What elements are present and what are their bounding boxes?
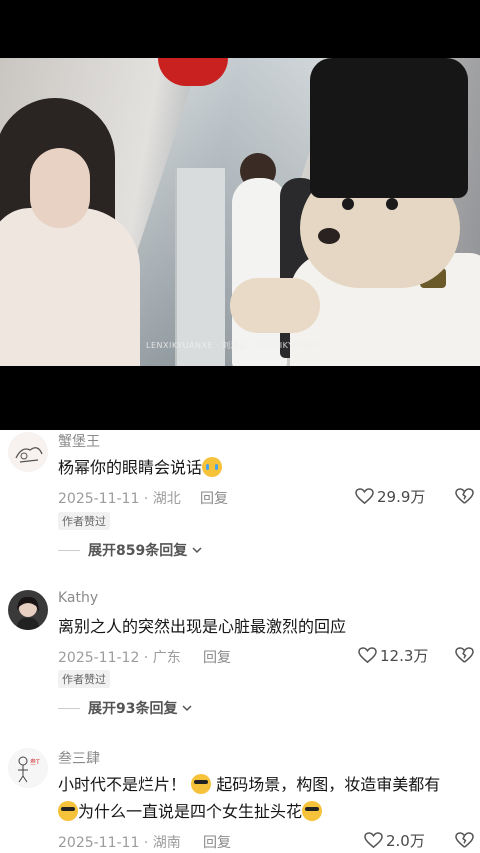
sunglasses-emoji-icon (191, 774, 212, 794)
comment-username[interactable]: 蟹堡王 (58, 431, 100, 451)
avatar[interactable]: 叁T (8, 748, 48, 788)
avatar[interactable] (8, 590, 48, 630)
like-button[interactable]: 2.0万 (364, 830, 425, 851)
author-liked-tag: 作者赞过 (58, 670, 110, 688)
author-liked-tag: 作者赞过 (58, 512, 110, 530)
heart-outline-icon (358, 647, 377, 664)
broken-heart-icon (455, 488, 474, 504)
heart-outline-icon (355, 488, 374, 505)
like-count: 12.3万 (380, 647, 429, 665)
dislike-button[interactable] (455, 832, 474, 853)
video-watermark: LENXIKYUANXE · 刘湘远 · LENXIKYUANXE (146, 341, 324, 350)
video-player[interactable]: LENXIKYUANXE · 刘湘远 · LENXIKYUANXE (0, 0, 480, 430)
like-count: 29.9万 (377, 488, 426, 506)
heart-outline-icon (364, 832, 383, 849)
sunglasses-emoji-icon (58, 801, 78, 821)
expand-replies-button[interactable]: 展开859条回复 (58, 540, 202, 560)
comment-date: 2025-11-11 (58, 491, 140, 507)
like-count: 2.0万 (386, 832, 425, 850)
sunglasses-emoji-icon (302, 801, 323, 821)
avatar[interactable] (8, 432, 48, 472)
comment-meta: 2025-11-11 · 湖北 (58, 491, 181, 507)
reply-button[interactable]: 回复 (203, 832, 231, 852)
reply-button[interactable]: 回复 (200, 488, 228, 508)
comment-date: 2025-11-11 (58, 835, 140, 851)
reply-button[interactable]: 回复 (203, 647, 231, 667)
comment-item: 蟹堡王 杨幂你的眼睛会说话 2025-11-11 · 湖北 回复 29.9万 作… (0, 430, 480, 565)
comment-date: 2025-11-12 (58, 650, 140, 666)
like-button[interactable]: 12.3万 (358, 645, 428, 666)
comment-location: 湖北 (152, 491, 181, 507)
comment-username[interactable]: 叁三肆 (58, 748, 100, 768)
comment-text: 小时代不是烂片！ 起码场景，构图，妆造审美都有 为什么一直说是四个女生扯头花 (58, 774, 441, 821)
broken-heart-icon (455, 832, 474, 848)
video-frame: LENXIKYUANXE · 刘湘远 · LENXIKYUANXE (0, 58, 480, 366)
expand-replies-button[interactable]: 展开93条回复 (58, 698, 192, 718)
comment-item: 叁T 叁三肆 小时代不是烂片！ 起码场景，构图，妆造审美都有 为什么一直说是四个… (0, 748, 480, 853)
svg-text:叁T: 叁T (30, 758, 40, 766)
broken-heart-icon (455, 647, 474, 663)
chevron-down-icon (192, 547, 202, 554)
comment-location: 湖南 (152, 835, 181, 851)
dislike-button[interactable] (455, 488, 474, 509)
loudly-crying-emoji-icon (202, 457, 223, 477)
comment-text: 杨幂你的眼睛会说话 (58, 454, 223, 481)
comment-text: 离别之人的突然出现是心脏最激烈的回应 (58, 617, 347, 636)
comment-location: 广东 (152, 650, 181, 666)
comment-item: Kathy 离别之人的突然出现是心脏最激烈的回应 2025-11-12 · 广东… (0, 590, 480, 720)
like-button[interactable]: 29.9万 (355, 486, 425, 507)
comment-meta: 2025-11-12 · 广东 (58, 650, 181, 666)
comment-username[interactable]: Kathy (58, 590, 98, 606)
comment-meta: 2025-11-11 · 湖南 (58, 835, 181, 851)
chevron-down-icon (182, 705, 192, 712)
dislike-button[interactable] (455, 647, 474, 668)
